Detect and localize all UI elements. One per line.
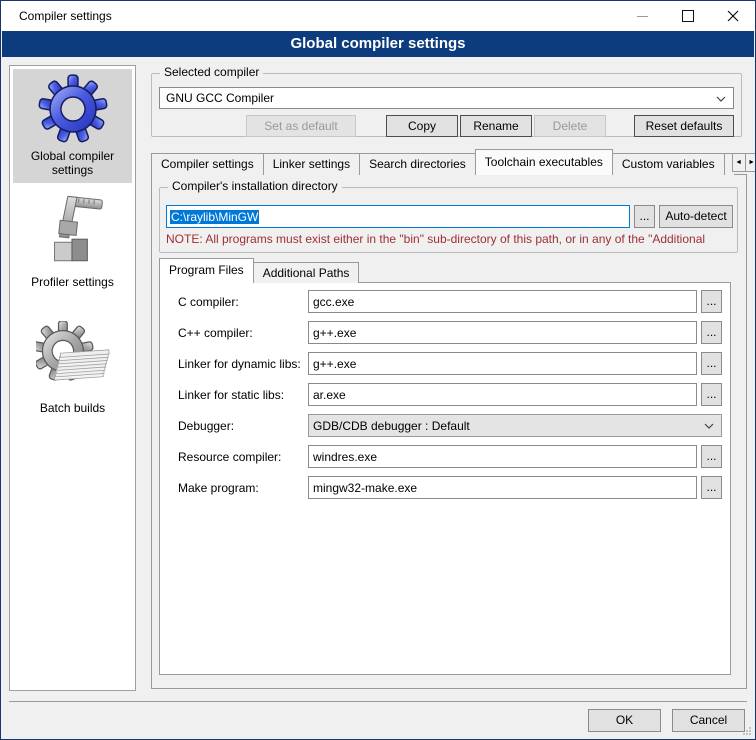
tab-additional-paths[interactable]: Additional Paths <box>253 262 360 283</box>
debugger-select-value: GDB/CDB debugger : Default <box>313 419 470 433</box>
tab-program-files[interactable]: Program Files <box>159 258 254 283</box>
field-row-cpp-compiler: C++ compiler: g++.exe ... <box>178 321 722 344</box>
chevron-down-icon <box>716 96 726 102</box>
cpp-compiler-input[interactable]: g++.exe <box>308 321 697 344</box>
compiler-button-row: Set as default Copy Rename Delete Reset … <box>246 115 734 137</box>
program-files-panel: C compiler: gcc.exe ... C++ compiler: g+… <box>159 282 731 675</box>
minimize-icon <box>637 16 648 17</box>
tab-toolchain-executables[interactable]: Toolchain executables <box>475 149 613 175</box>
maximize-icon <box>682 10 694 22</box>
settings-tab-strip: Compiler settings Linker settings Search… <box>151 150 747 175</box>
field-value: windres.exe <box>313 450 377 464</box>
field-value: mingw32-make.exe <box>313 481 417 495</box>
field-label: Linker for dynamic libs: <box>178 357 308 371</box>
installation-directory-group: Compiler's installation directory C:\ray… <box>159 187 738 253</box>
field-row-static-linker: Linker for static libs: ar.exe ... <box>178 383 722 406</box>
browse-cpp-compiler-button[interactable]: ... <box>701 321 722 344</box>
auto-detect-button[interactable]: Auto-detect <box>659 205 733 228</box>
gear-icon <box>38 73 108 145</box>
toolchain-executables-page: Compiler's installation directory C:\ray… <box>151 174 747 689</box>
settings-category-list: Global compiler settings <box>9 65 136 691</box>
footer-divider <box>9 701 747 702</box>
tab-linker-settings[interactable]: Linker settings <box>263 153 360 175</box>
field-label: Resource compiler: <box>178 450 308 464</box>
minimize-button[interactable] <box>620 1 665 31</box>
caliper-icon <box>40 193 106 271</box>
field-value: gcc.exe <box>313 295 354 309</box>
field-label: Make program: <box>178 481 308 495</box>
resource-compiler-input[interactable]: windres.exe <box>308 445 697 468</box>
field-value: ar.exe <box>313 388 346 402</box>
window-title: Compiler settings <box>19 1 112 31</box>
browse-directory-button[interactable]: ... <box>634 205 655 228</box>
field-row-debugger: Debugger: GDB/CDB debugger : Default <box>178 414 722 437</box>
tab-scroll-right-button[interactable]: ► <box>745 153 756 172</box>
resize-grip[interactable] <box>742 726 752 736</box>
browse-resource-compiler-button[interactable]: ... <box>701 445 722 468</box>
browse-dynamic-linker-button[interactable]: ... <box>701 352 722 375</box>
compiler-select[interactable]: GNU GCC Compiler <box>159 87 734 109</box>
installation-note-text: NOTE: All programs must exist either in … <box>166 232 735 246</box>
gear-stack-icon <box>36 321 110 397</box>
debugger-select[interactable]: GDB/CDB debugger : Default <box>308 414 722 437</box>
field-label: Linker for static libs: <box>178 388 308 402</box>
make-program-input[interactable]: mingw32-make.exe <box>308 476 697 499</box>
sidebar-item-profiler-settings[interactable]: Profiler settings <box>10 189 135 295</box>
reset-defaults-button[interactable]: Reset defaults <box>634 115 734 137</box>
tab-custom-variables[interactable]: Custom variables <box>612 153 725 175</box>
close-button[interactable] <box>710 1 755 31</box>
sidebar-item-label: Global compiler settings <box>15 149 130 177</box>
static-linker-input[interactable]: ar.exe <box>308 383 697 406</box>
compiler-select-value: GNU GCC Compiler <box>166 91 274 105</box>
field-row-make-program: Make program: mingw32-make.exe ... <box>178 476 722 499</box>
field-label: Debugger: <box>178 419 308 433</box>
chevron-down-icon <box>704 423 714 429</box>
dynamic-linker-input[interactable]: g++.exe <box>308 352 697 375</box>
tab-scroll-left-button[interactable]: ◄ <box>732 153 746 172</box>
field-row-c-compiler: C compiler: gcc.exe ... <box>178 290 722 313</box>
field-label: C compiler: <box>178 295 308 309</box>
group-legend: Selected compiler <box>160 65 263 79</box>
installation-path-selected-text: C:\raylib\MinGW <box>170 210 259 224</box>
tab-compiler-settings[interactable]: Compiler settings <box>151 153 264 175</box>
cancel-button[interactable]: Cancel <box>672 709 745 732</box>
browse-make-program-button[interactable]: ... <box>701 476 722 499</box>
tab-search-directories[interactable]: Search directories <box>359 153 476 175</box>
title-bar[interactable]: Compiler settings <box>1 1 755 31</box>
set-as-default-button[interactable]: Set as default <box>246 115 356 137</box>
field-value: g++.exe <box>313 326 356 340</box>
sidebar-item-label: Batch builds <box>40 401 105 415</box>
ok-button[interactable]: OK <box>588 709 661 732</box>
page-title: Global compiler settings <box>2 31 754 57</box>
close-icon <box>727 10 739 22</box>
delete-button[interactable]: Delete <box>534 115 606 137</box>
browse-static-linker-button[interactable]: ... <box>701 383 722 406</box>
sidebar-item-global-compiler-settings[interactable]: Global compiler settings <box>13 69 132 183</box>
browse-c-compiler-button[interactable]: ... <box>701 290 722 313</box>
field-row-dynamic-linker: Linker for dynamic libs: g++.exe ... <box>178 352 722 375</box>
tab-scroll-buttons: ◄ ► <box>733 153 756 172</box>
field-value: g++.exe <box>313 357 356 371</box>
selected-compiler-group: Selected compiler GNU GCC Compiler Set a… <box>151 73 742 137</box>
sidebar-item-batch-builds[interactable]: Batch builds <box>10 317 135 421</box>
compiler-settings-dialog: Compiler settings Global compiler settin… <box>0 0 756 740</box>
programs-tab-strip: Program Files Additional Paths <box>159 259 358 283</box>
group-legend: Compiler's installation directory <box>168 179 342 193</box>
rename-button[interactable]: Rename <box>460 115 532 137</box>
copy-button[interactable]: Copy <box>386 115 458 137</box>
sidebar-item-label: Profiler settings <box>31 275 114 289</box>
installation-path-input[interactable]: C:\raylib\MinGW <box>166 205 630 228</box>
field-label: C++ compiler: <box>178 326 308 340</box>
field-row-resource-compiler: Resource compiler: windres.exe ... <box>178 445 722 468</box>
c-compiler-input[interactable]: gcc.exe <box>308 290 697 313</box>
maximize-button[interactable] <box>665 1 710 31</box>
installation-path-row: C:\raylib\MinGW ... Auto-detect <box>166 205 733 228</box>
